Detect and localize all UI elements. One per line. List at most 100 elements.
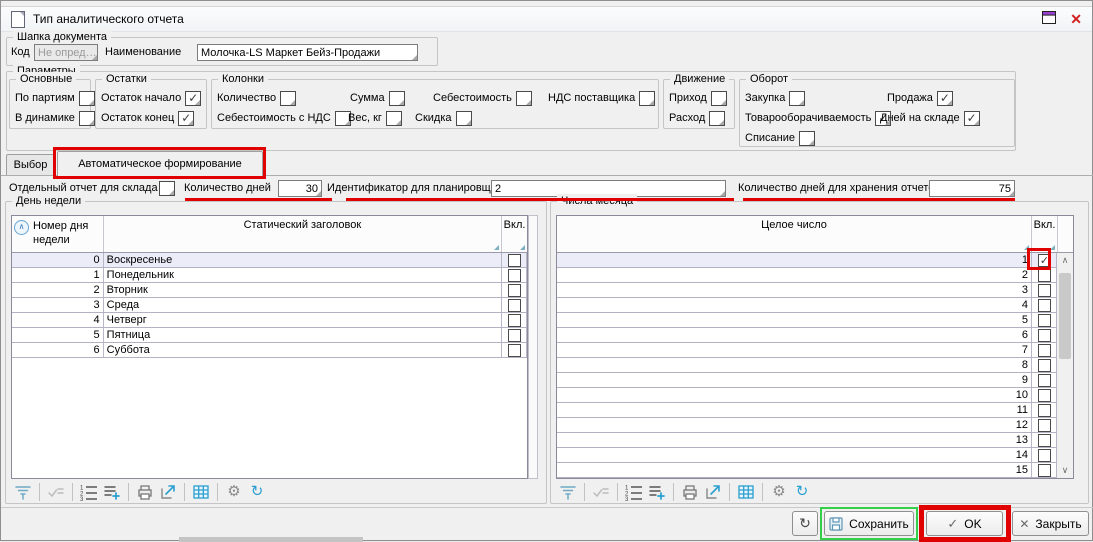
- row-checkbox[interactable]: [1038, 464, 1051, 477]
- add-to-list-icon[interactable]: [102, 482, 122, 502]
- row-checkbox[interactable]: [508, 254, 521, 267]
- row-checkbox[interactable]: [1038, 404, 1051, 417]
- table-row[interactable]: 2Вторник: [12, 283, 527, 298]
- checkbox[interactable]: [178, 111, 194, 126]
- table-row[interactable]: 0Воскресенье: [12, 253, 527, 268]
- days-count-input[interactable]: 30: [278, 180, 322, 197]
- weekday-title-header[interactable]: Статический заголовок: [104, 216, 502, 252]
- row-checkbox[interactable]: [508, 269, 521, 282]
- table-row[interactable]: 1Понедельник: [12, 268, 527, 283]
- tab-auto-generation[interactable]: Автоматическое формирование: [57, 151, 263, 176]
- weekday-scrollbar-track[interactable]: [528, 215, 538, 479]
- table-row[interactable]: 14: [557, 448, 1073, 463]
- settings-gear-icon[interactable]: ⚙: [224, 482, 244, 502]
- table-row[interactable]: 2: [557, 268, 1073, 283]
- table-row[interactable]: 13: [557, 433, 1073, 448]
- save-button[interactable]: Сохранить: [824, 511, 914, 536]
- row-checkbox[interactable]: [508, 299, 521, 312]
- vertical-scrollbar[interactable]: ∧ ∨: [1056, 253, 1073, 479]
- name-input[interactable]: Молочка-LS Маркет Бейз-Продажи: [197, 44, 418, 61]
- validate-icon[interactable]: [591, 482, 611, 502]
- numbered-list-icon[interactable]: 123: [79, 482, 99, 502]
- table-row[interactable]: 4: [557, 298, 1073, 313]
- checkbox[interactable]: [639, 91, 655, 106]
- table-row[interactable]: 4Четверг: [12, 313, 527, 328]
- checkbox[interactable]: [79, 91, 95, 106]
- print-icon[interactable]: [680, 482, 700, 502]
- checkbox[interactable]: [456, 111, 472, 126]
- row-checkbox[interactable]: [508, 314, 521, 327]
- row-checkbox[interactable]: [1038, 359, 1051, 372]
- restore-window-icon[interactable]: [1042, 11, 1056, 27]
- row-checkbox[interactable]: [1038, 374, 1051, 387]
- table-row[interactable]: 9: [557, 373, 1073, 388]
- row-checkbox[interactable]: [1038, 479, 1051, 480]
- checkbox[interactable]: [964, 111, 980, 126]
- row-checkbox[interactable]: [1038, 314, 1051, 327]
- refresh-icon[interactable]: ↻: [792, 482, 812, 502]
- checkbox[interactable]: [386, 111, 402, 126]
- checkbox[interactable]: [389, 91, 405, 106]
- table-row[interactable]: 15: [557, 463, 1073, 478]
- scroll-down-arrow[interactable]: ∨: [1057, 463, 1073, 479]
- row-checkbox[interactable]: [1038, 344, 1051, 357]
- add-to-list-icon[interactable]: [647, 482, 667, 502]
- row-checkbox[interactable]: [1038, 254, 1051, 267]
- row-checkbox[interactable]: [508, 284, 521, 297]
- table-row[interactable]: 7: [557, 343, 1073, 358]
- row-checkbox[interactable]: [1038, 284, 1051, 297]
- settings-gear-icon[interactable]: ⚙: [769, 482, 789, 502]
- checkbox[interactable]: [789, 91, 805, 106]
- checkbox[interactable]: [280, 91, 296, 106]
- monthday-incl-header[interactable]: Вкл.: [1032, 216, 1058, 252]
- table-grid-icon[interactable]: [191, 482, 211, 502]
- table-row[interactable]: 16: [557, 478, 1073, 479]
- close-window-icon[interactable]: ✕: [1070, 12, 1082, 26]
- checkbox[interactable]: [709, 111, 725, 126]
- scroll-thumb[interactable]: [1059, 273, 1071, 359]
- row-checkbox[interactable]: [508, 329, 521, 342]
- print-icon[interactable]: [135, 482, 155, 502]
- row-checkbox[interactable]: [1038, 329, 1051, 342]
- table-row[interactable]: 3: [557, 283, 1073, 298]
- row-checkbox[interactable]: [508, 344, 521, 357]
- filter-icon[interactable]: [13, 482, 33, 502]
- row-checkbox[interactable]: [1038, 434, 1051, 447]
- row-checkbox[interactable]: [1038, 269, 1051, 282]
- weekday-num-header[interactable]: ∧ Номер дня недели: [12, 216, 104, 252]
- checkbox[interactable]: [79, 111, 95, 126]
- table-row[interactable]: 11: [557, 403, 1073, 418]
- row-checkbox[interactable]: [1038, 299, 1051, 312]
- table-row[interactable]: 1: [557, 253, 1073, 268]
- numbered-list-icon[interactable]: 123: [624, 482, 644, 502]
- validate-icon[interactable]: [46, 482, 66, 502]
- table-row[interactable]: 6: [557, 328, 1073, 343]
- export-icon[interactable]: [158, 482, 178, 502]
- table-row[interactable]: 5: [557, 313, 1073, 328]
- separate-warehouse-checkbox[interactable]: [159, 181, 175, 196]
- ok-button[interactable]: ✓ OK: [926, 511, 1003, 536]
- filter-icon[interactable]: [558, 482, 578, 502]
- monthday-num-header[interactable]: Целое число: [557, 216, 1032, 252]
- checkbox[interactable]: [185, 91, 201, 106]
- table-row[interactable]: 6Суббота: [12, 343, 527, 358]
- table-row[interactable]: 3Среда: [12, 298, 527, 313]
- row-checkbox[interactable]: [1038, 389, 1051, 402]
- tab-selection[interactable]: Выбор: [6, 154, 55, 175]
- table-row[interactable]: 8: [557, 358, 1073, 373]
- retention-days-input[interactable]: 75: [929, 180, 1015, 197]
- export-icon[interactable]: [703, 482, 723, 502]
- row-checkbox[interactable]: [1038, 419, 1051, 432]
- checkbox[interactable]: [799, 131, 815, 146]
- checkbox[interactable]: [711, 91, 727, 106]
- sort-ascending-icon[interactable]: ∧: [14, 220, 29, 235]
- weekday-incl-header[interactable]: Вкл.: [502, 216, 527, 252]
- table-row[interactable]: 5Пятница: [12, 328, 527, 343]
- refresh-icon[interactable]: ↻: [247, 482, 267, 502]
- checkbox[interactable]: [516, 91, 532, 106]
- scroll-up-arrow[interactable]: ∧: [1057, 253, 1073, 269]
- close-button[interactable]: ✕ Закрыть: [1012, 511, 1089, 536]
- row-checkbox[interactable]: [1038, 449, 1051, 462]
- table-row[interactable]: 10: [557, 388, 1073, 403]
- refresh-button[interactable]: ↻: [792, 511, 818, 536]
